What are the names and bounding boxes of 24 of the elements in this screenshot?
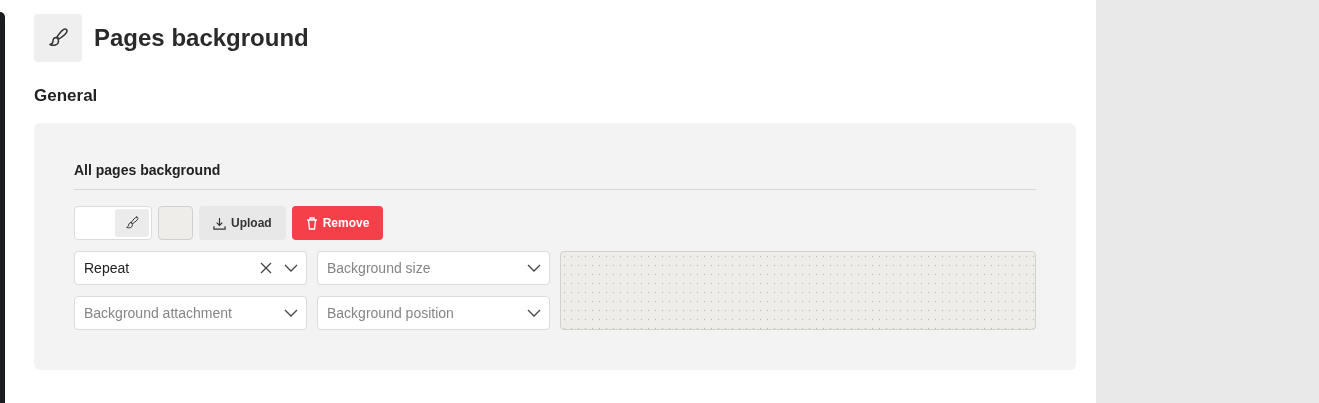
section-title: General — [34, 86, 98, 106]
select-field[interactable]: Background size — [317, 251, 550, 285]
clear-icon[interactable] — [260, 262, 272, 274]
trash-icon — [305, 216, 318, 230]
select-field[interactable]: Background attachment — [74, 296, 307, 330]
card-title: All pages background — [74, 162, 221, 178]
select-value: Repeat — [84, 260, 131, 276]
color-swatch[interactable] — [158, 206, 193, 240]
chevron-down-icon[interactable] — [527, 264, 541, 272]
select-placeholder: Background size — [327, 260, 432, 276]
select-placeholder: Background attachment — [84, 305, 233, 321]
select-field[interactable]: Repeat — [74, 251, 307, 285]
chevron-down-icon[interactable] — [527, 309, 541, 317]
upload-button[interactable]: Upload — [199, 206, 286, 240]
brush-icon — [124, 215, 140, 231]
chevron-down-icon[interactable] — [284, 309, 298, 317]
select-field[interactable]: Background position — [317, 296, 550, 330]
remove-button[interactable]: Remove — [291, 206, 384, 240]
chevron-down-icon[interactable] — [284, 264, 298, 272]
color-picker-button[interactable] — [115, 209, 149, 237]
page-title: Pages background — [94, 24, 309, 52]
download-icon — [213, 216, 226, 230]
select-placeholder: Background position — [327, 305, 455, 321]
color-field[interactable] — [74, 206, 152, 240]
